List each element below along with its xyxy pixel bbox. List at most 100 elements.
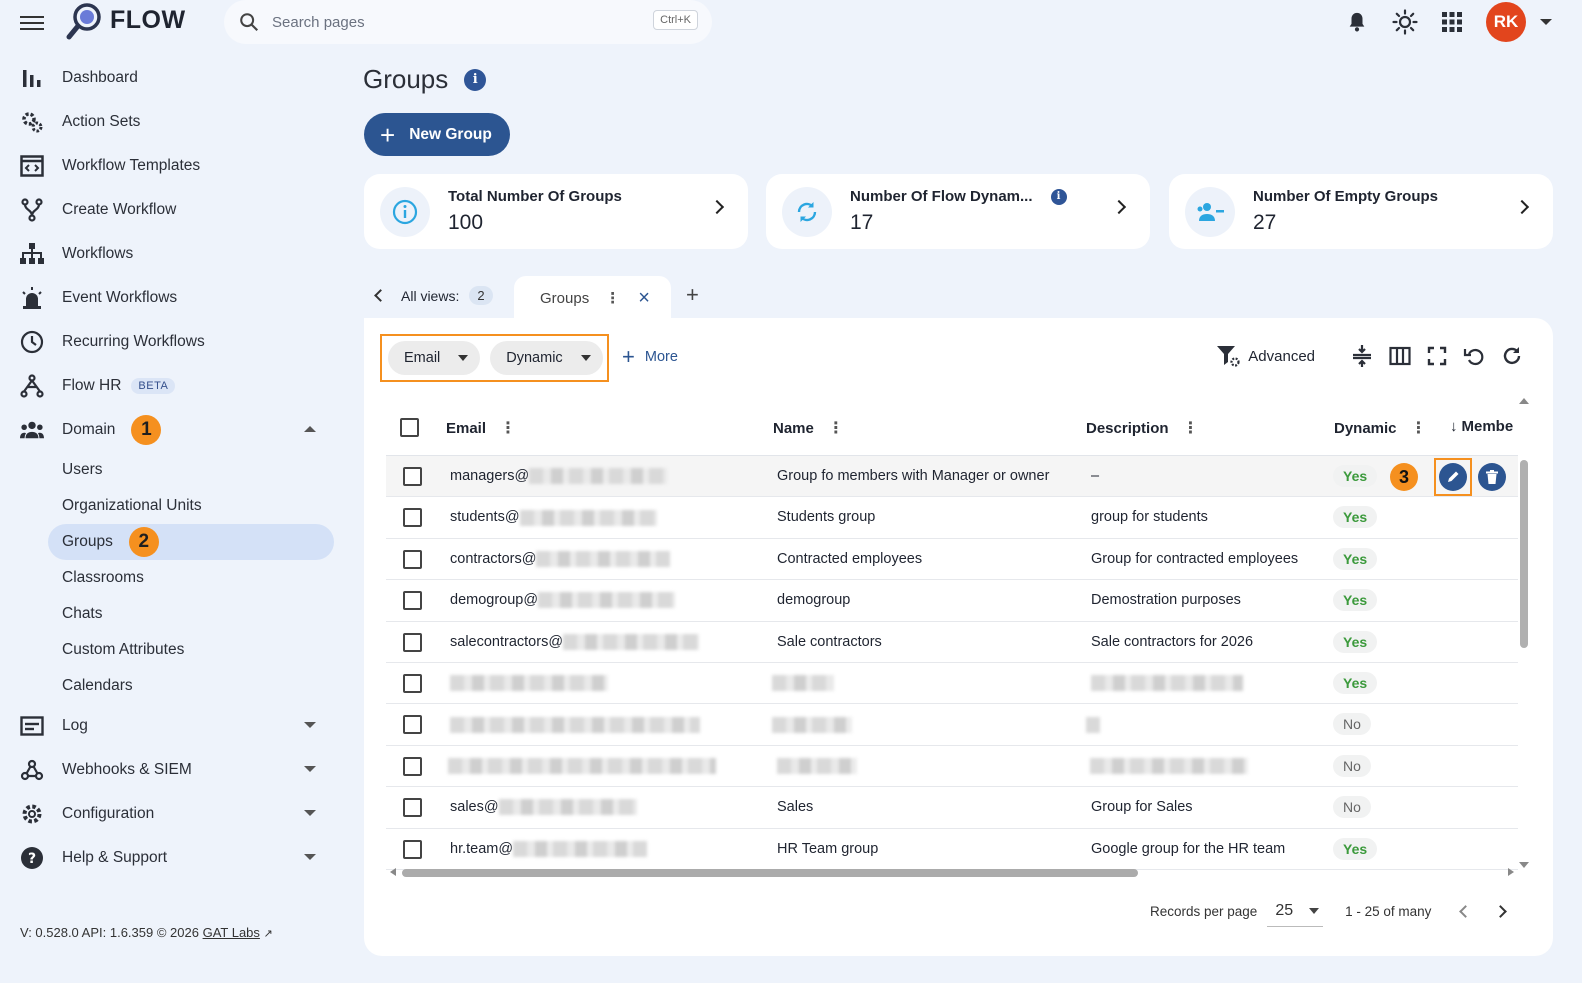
hamburger-menu-icon[interactable]: [20, 12, 44, 32]
row-description: Group for Sales: [1091, 799, 1193, 816]
all-views[interactable]: All views: 2: [374, 286, 493, 305]
table-row[interactable]: No: [386, 746, 1518, 788]
clock-icon: [20, 330, 44, 354]
column-members[interactable]: ↓ Membe: [1450, 418, 1520, 435]
filter-email[interactable]: Email: [388, 341, 481, 375]
row-checkbox[interactable]: [403, 715, 422, 735]
sidebar-sub-calendars[interactable]: Calendars: [0, 668, 350, 704]
edit-button[interactable]: [1434, 458, 1472, 496]
sidebar-sub-custom-attributes[interactable]: Custom Attributes: [0, 632, 350, 668]
sidebar-item-flow-hr[interactable]: Flow HR BETA: [0, 364, 350, 408]
column-email[interactable]: Email ⋮: [446, 418, 516, 438]
sidebar-sub-chats[interactable]: Chats: [0, 596, 350, 632]
row-checkbox[interactable]: [403, 508, 422, 528]
search-bar[interactable]: Ctrl+K: [224, 0, 712, 44]
column-menu-icon[interactable]: ⋮: [828, 418, 844, 438]
sidebar-item-domain[interactable]: Domain 1: [0, 408, 350, 452]
sidebar-item-configuration[interactable]: Configuration: [0, 792, 350, 836]
sidebar-item-workflow-templates[interactable]: Workflow Templates: [0, 144, 350, 188]
user-avatar[interactable]: RK: [1486, 2, 1526, 42]
columns-icon[interactable]: [1389, 346, 1411, 366]
row-checkbox[interactable]: [403, 467, 422, 486]
table-row[interactable]: salecontractors@ Sale contractors Sale c…: [386, 622, 1518, 663]
scrollbar-thumb[interactable]: [1520, 460, 1528, 648]
scrollbar-thumb[interactable]: [402, 869, 1138, 877]
app-logo[interactable]: FLOW: [66, 2, 186, 40]
advanced-filter-button[interactable]: Advanced: [1216, 345, 1315, 367]
density-icon[interactable]: [1351, 344, 1373, 368]
sidebar-item-help[interactable]: ? Help & Support: [0, 836, 350, 880]
column-menu-icon[interactable]: ⋮: [500, 418, 516, 438]
row-checkbox[interactable]: [403, 549, 422, 569]
tab-groups[interactable]: Groups ⋮ ×: [514, 276, 671, 320]
sidebar-item-create-workflow[interactable]: Create Workflow: [0, 188, 350, 232]
row-checkbox[interactable]: [403, 673, 422, 693]
sidebar-item-log[interactable]: Log: [0, 704, 350, 748]
sidebar-item-event-workflows[interactable]: Event Workflows: [0, 276, 350, 320]
row-name: HR Team group: [777, 840, 879, 857]
chevron-right-icon: [1111, 199, 1127, 215]
gat-labs-link[interactable]: GAT Labs: [203, 925, 260, 940]
apps-grid-icon[interactable]: [1442, 12, 1462, 32]
new-group-button[interactable]: + New Group: [364, 113, 510, 156]
next-page-button[interactable]: [1494, 905, 1508, 918]
info-icon[interactable]: i: [464, 68, 487, 91]
row-checkbox[interactable]: [403, 756, 422, 776]
vertical-scrollbar[interactable]: [1519, 398, 1529, 868]
tab-options-icon[interactable]: ⋮: [605, 289, 620, 307]
sidebar-item-workflows[interactable]: Workflows: [0, 232, 350, 276]
records-per-page-select[interactable]: 25: [1267, 902, 1324, 927]
sidebar-item-webhooks[interactable]: Webhooks & SIEM: [0, 748, 350, 792]
sync-icon: [782, 186, 832, 237]
column-dynamic[interactable]: Dynamic ⋮: [1334, 418, 1427, 438]
row-checkbox[interactable]: [403, 632, 422, 652]
more-filters-button[interactable]: + More: [622, 346, 678, 368]
scroll-left-icon[interactable]: [390, 868, 396, 876]
undo-icon[interactable]: [1463, 345, 1485, 367]
column-name[interactable]: Name ⋮: [773, 418, 844, 438]
horizontal-scrollbar[interactable]: [390, 867, 1514, 877]
close-icon[interactable]: ×: [638, 287, 650, 310]
table-row[interactable]: Yes: [386, 663, 1518, 705]
sidebar-sub-users[interactable]: Users: [0, 452, 350, 488]
row-checkbox[interactable]: [403, 839, 422, 859]
sidebar-item-dashboard[interactable]: Dashboard: [0, 56, 350, 100]
column-description[interactable]: Description ⋮: [1086, 418, 1199, 438]
scroll-down-icon[interactable]: [1519, 862, 1529, 868]
refresh-icon[interactable]: [1501, 345, 1523, 367]
scroll-right-icon[interactable]: [1508, 868, 1514, 876]
row-checkbox[interactable]: [403, 591, 422, 611]
table-row[interactable]: sales@ Sales Group for Sales No: [386, 787, 1518, 829]
sidebar-sub-classrooms[interactable]: Classrooms: [0, 560, 350, 596]
table-row[interactable]: contractors@ Contracted employees Group …: [386, 539, 1518, 581]
select-all-checkbox[interactable]: [400, 418, 419, 437]
sidebar-sub-groups[interactable]: Groups 2: [48, 524, 334, 560]
row-email: managers@: [450, 468, 668, 485]
sidebar-sub-organizational-units[interactable]: Organizational Units: [0, 488, 350, 524]
row-checkbox[interactable]: [403, 798, 422, 818]
bell-icon[interactable]: [1346, 10, 1368, 34]
table-row[interactable]: demogroup@ demogroup Demostration purpos…: [386, 580, 1518, 622]
stat-card-dynamic-groups[interactable]: Number Of Flow Dynam... i 17: [766, 174, 1150, 249]
table-row[interactable]: managers@ Group fo members with Manager …: [386, 456, 1518, 498]
column-menu-icon[interactable]: ⋮: [1183, 418, 1199, 438]
delete-button[interactable]: [1478, 463, 1506, 491]
sidebar-item-recurring-workflows[interactable]: Recurring Workflows: [0, 320, 350, 364]
account-dropdown-icon[interactable]: [1540, 19, 1552, 25]
prev-page-button[interactable]: [1459, 905, 1473, 918]
scroll-up-icon[interactable]: [1519, 398, 1529, 404]
table-row[interactable]: students@ Students group group for stude…: [386, 497, 1518, 539]
table-row[interactable]: hr.team@ HR Team group Google group for …: [386, 829, 1518, 870]
brightness-icon[interactable]: [1392, 9, 1418, 35]
filter-dynamic[interactable]: Dynamic: [490, 341, 603, 375]
stat-card-empty-groups[interactable]: Number Of Empty Groups 27: [1169, 174, 1553, 249]
search-input[interactable]: [272, 13, 632, 31]
column-menu-icon[interactable]: ⋮: [1411, 418, 1427, 438]
info-icon[interactable]: i: [1050, 188, 1067, 205]
template-icon: [20, 154, 44, 178]
add-view-button[interactable]: +: [686, 282, 699, 308]
sidebar-item-action-sets[interactable]: Action Sets: [0, 100, 350, 144]
stat-card-total-groups[interactable]: Total Number Of Groups 100: [364, 174, 748, 249]
table-row[interactable]: No: [386, 704, 1518, 746]
fullscreen-icon[interactable]: [1427, 346, 1447, 366]
